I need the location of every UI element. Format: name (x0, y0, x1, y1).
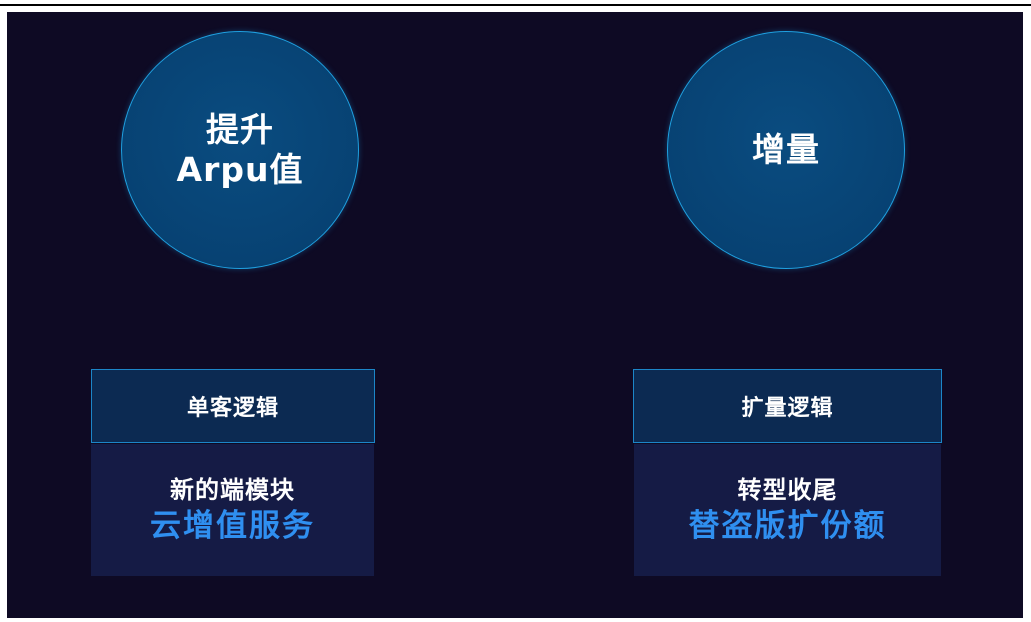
cloud-value-added-text: 云增值服务 (150, 508, 315, 544)
circle-increment: 增量 (667, 31, 905, 269)
slide: 提升 Arpu值 增量 单客逻辑 新的端模块 云增值服务 扩量逻辑 转型收尾 替… (7, 12, 1023, 618)
single-customer-logic-label: 单客逻辑 (186, 396, 279, 421)
circle-left-line-1: 提升 (206, 110, 274, 149)
page: 提升 Arpu值 增量 单客逻辑 新的端模块 云增值服务 扩量逻辑 转型收尾 替… (0, 0, 1031, 622)
circle-raise-arpu: 提升 Arpu值 (121, 31, 359, 269)
expansion-logic-header: 扩量逻辑 (633, 369, 942, 443)
single-customer-logic-header: 单客逻辑 (91, 369, 375, 443)
single-customer-logic-body: 新的端模块 云增值服务 (91, 444, 374, 576)
expansion-logic-label: 扩量逻辑 (741, 396, 834, 421)
circle-right-line-1: 增量 (752, 130, 820, 169)
top-rule (0, 4, 1031, 6)
transition-text: 转型收尾 (737, 476, 838, 504)
circle-left-line-2: Arpu值 (176, 150, 304, 189)
replace-piracy-text: 替盗版扩份额 (688, 508, 887, 544)
new-module-text: 新的端模块 (170, 476, 295, 504)
expansion-logic-body: 转型收尾 替盗版扩份额 (634, 444, 941, 576)
